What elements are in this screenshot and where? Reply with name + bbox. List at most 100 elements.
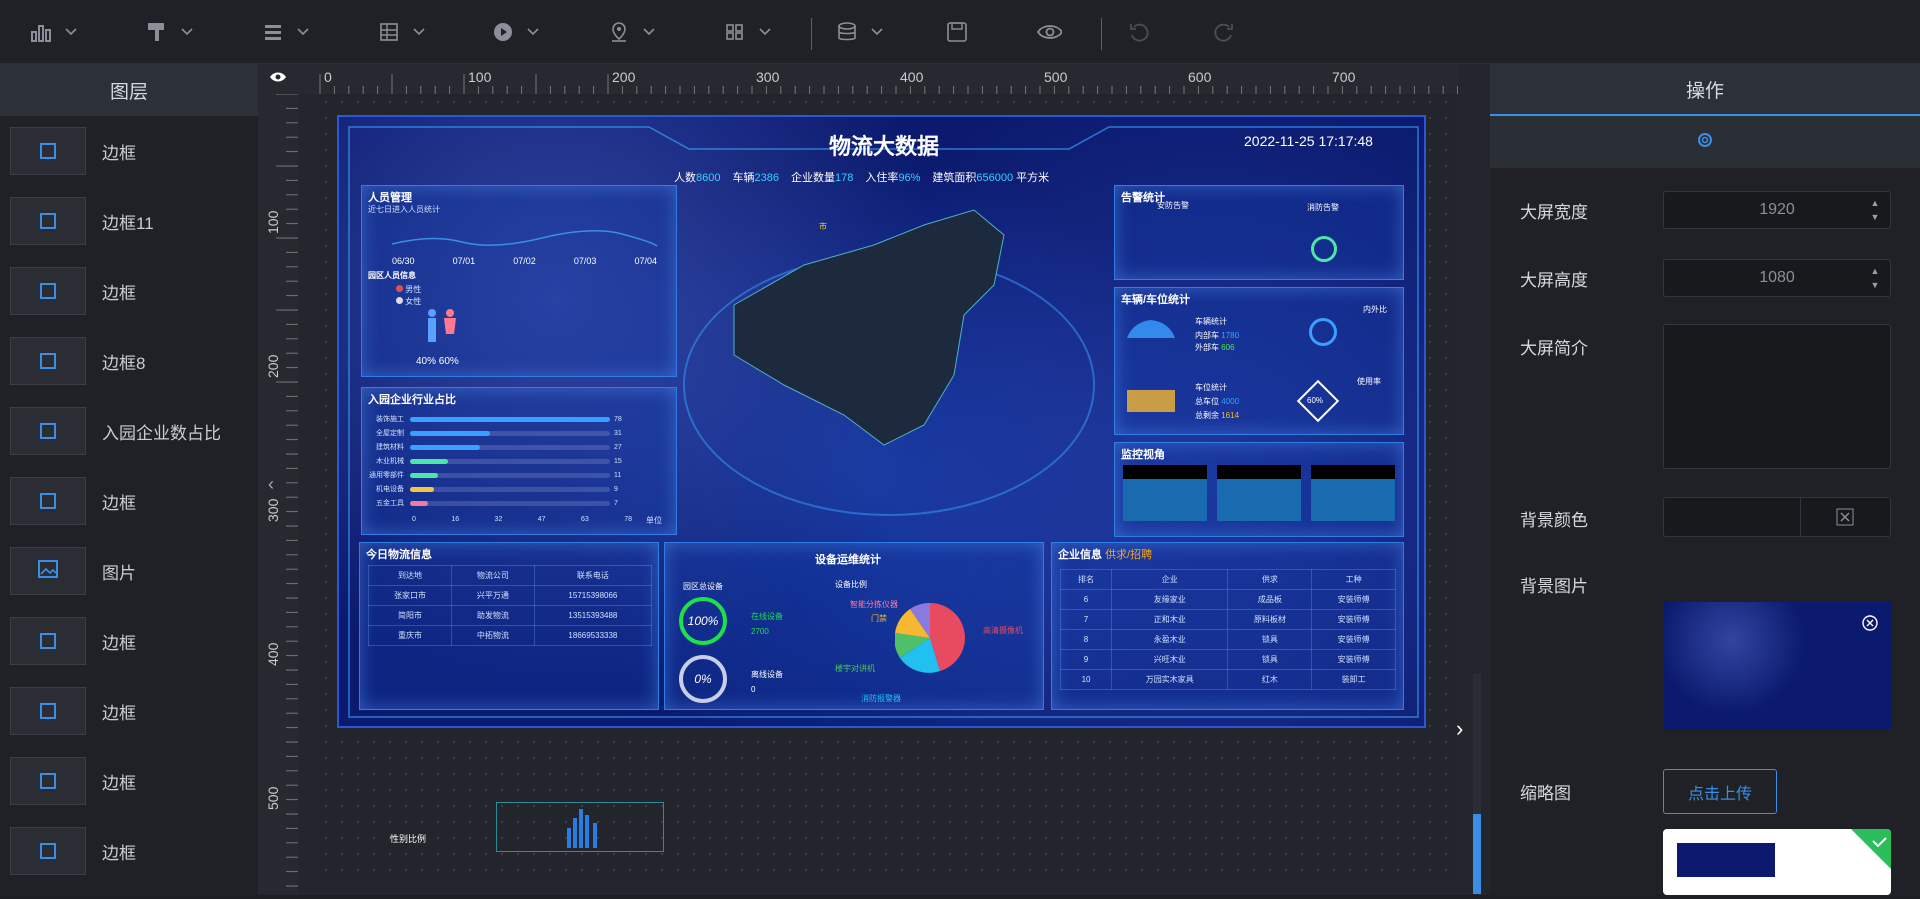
bg-color-label: 背景颜色 bbox=[1520, 511, 1588, 530]
remove-image-icon[interactable] bbox=[1861, 614, 1879, 637]
check-icon bbox=[1851, 829, 1891, 874]
industry-bar bbox=[410, 486, 434, 492]
industry-panel[interactable]: 入园企业行业占比 装饰施工 78 全屋定制 31 建筑材料 27 木业机械 15 通用零… bbox=[361, 387, 677, 535]
table-menu[interactable] bbox=[376, 18, 426, 46]
camera-feed-1[interactable] bbox=[1123, 465, 1207, 521]
logistics-panel[interactable]: 今日物流信息 到达地 物流公司 联系电话 张家口市 兴平万通 15715398066 简阳市… bbox=[359, 542, 659, 710]
layer-item[interactable]: 边框 bbox=[0, 126, 258, 176]
layer-item[interactable]: 边框 bbox=[0, 686, 258, 736]
list-menu[interactable] bbox=[260, 18, 310, 46]
alarms-panel[interactable]: 告警统计 安防告警 消防告警 bbox=[1114, 185, 1404, 280]
layer-thumb bbox=[10, 617, 86, 665]
parking-icon bbox=[1127, 390, 1175, 412]
staff-line-chart bbox=[392, 230, 658, 247]
table-header: 到达地 物流公司 联系电话 bbox=[368, 565, 653, 586]
industry-bar bbox=[410, 458, 448, 464]
layer-label: 边框 bbox=[102, 703, 136, 723]
layer-item[interactable]: 边框8 bbox=[0, 336, 258, 386]
remaining-spots: 总剩余 1614 bbox=[1195, 411, 1240, 420]
media-menu[interactable] bbox=[490, 18, 540, 46]
bg-image-preview[interactable] bbox=[1663, 602, 1891, 730]
legend-male: 男性 bbox=[396, 284, 421, 295]
bg-color-picker[interactable] bbox=[1663, 497, 1891, 537]
china-map[interactable]: 市 bbox=[664, 185, 1109, 535]
toolbar-divider bbox=[811, 18, 812, 50]
thumbnail-preview[interactable] bbox=[1663, 829, 1891, 895]
layer-item[interactable]: 边框 bbox=[0, 616, 258, 666]
screen-height-input[interactable]: 1080 ▲ ▼ bbox=[1663, 259, 1891, 297]
scrollbar-vertical[interactable] bbox=[1473, 674, 1481, 894]
dashboard-screen[interactable]: 物流大数据 2022-11-25 17:17:48 人数8600 车辆2386 企业… bbox=[337, 115, 1426, 728]
industry-bar-row: 木业机械 15 bbox=[376, 457, 622, 466]
total-spots: 总车位 4000 bbox=[1195, 397, 1240, 406]
industry-axis: 0 16 32 47 63 78 bbox=[412, 516, 632, 523]
person-figures-icon bbox=[428, 309, 456, 342]
ruler-toggle[interactable] bbox=[268, 70, 288, 88]
square-icon bbox=[40, 423, 56, 439]
date-tick: 06/30 bbox=[392, 256, 415, 266]
alarm-fire-gauge bbox=[1311, 236, 1337, 262]
layer-item[interactable]: 入园企业数占比 bbox=[0, 406, 258, 456]
chart-menu[interactable] bbox=[28, 18, 78, 46]
layers-panel: 图层 边框 边框11 边框 边框8 入园企业数占比 边框 图片 边框 边框 边框 边框 bbox=[0, 64, 258, 895]
industry-bar-row: 五金工具 7 bbox=[376, 499, 618, 508]
canvas-collapse-left[interactable]: ‹ bbox=[268, 474, 284, 498]
layer-item[interactable]: 图片 bbox=[0, 546, 258, 596]
layer-item[interactable]: 边框 bbox=[0, 826, 258, 876]
layer-thumb bbox=[10, 267, 86, 315]
layer-item[interactable]: 边框 bbox=[0, 476, 258, 526]
device-pie-chart bbox=[895, 603, 965, 673]
chevron-down-icon bbox=[296, 25, 310, 39]
ruler-top-tick: 500 bbox=[1044, 69, 1068, 85]
date-tick: 07/03 bbox=[573, 256, 597, 266]
save-button[interactable] bbox=[944, 18, 970, 46]
redo-button[interactable] bbox=[1211, 18, 1237, 46]
location-menu[interactable] bbox=[606, 18, 656, 46]
layer-thumb bbox=[10, 547, 86, 595]
industry-axis-tick: 32 bbox=[494, 516, 503, 523]
logistics-table: 到达地 物流公司 联系电话 张家口市 兴平万通 15715398066 简阳市 助发物流 135… bbox=[368, 565, 653, 646]
screen-width-label: 大屏宽度 bbox=[1520, 203, 1588, 222]
vehicles-panel[interactable]: 车辆/车位统计 车辆统计 内部车 1780 外部车 606 内外比 车位统计 总… bbox=[1114, 287, 1404, 435]
staff-panel[interactable]: 人员管理 近七日进入人员统计 06/30 07/01 07/02 07/03 07/04… bbox=[361, 185, 677, 377]
devices-panel[interactable]: 设备运维统计 园区总设备 设备比例 100% 0% 在线设备 2700 离线设备… bbox=[664, 542, 1044, 710]
grid-icon bbox=[722, 19, 748, 45]
preview-button[interactable] bbox=[1036, 18, 1062, 46]
bar-chart-widget[interactable] bbox=[496, 802, 664, 852]
layer-item[interactable]: 边框 bbox=[0, 266, 258, 316]
screen-width-input[interactable]: 1920 ▲ ▼ bbox=[1663, 191, 1891, 229]
industry-axis-tick: 16 bbox=[451, 516, 460, 523]
camera-feed-3[interactable] bbox=[1311, 465, 1395, 521]
undo-button[interactable] bbox=[1126, 18, 1152, 46]
enterprise-panel[interactable]: 企业信息 供求/招聘 排名 企业 供求 工种 6 友缘家业 成品板 安装师傅 7 正和木业 原料板材… bbox=[1051, 542, 1404, 710]
ratio-label: 内外比 bbox=[1363, 305, 1387, 314]
camera-feed-2[interactable] bbox=[1217, 465, 1301, 521]
table-row: 张家口市 兴平万通 15715398066 bbox=[368, 585, 653, 606]
monitor-panel[interactable]: 监控视角 bbox=[1114, 442, 1404, 537]
map-label: 市 bbox=[819, 222, 827, 231]
undo-icon bbox=[1126, 19, 1152, 45]
upload-button[interactable]: 点击上传 bbox=[1663, 769, 1777, 814]
layer-item[interactable]: 边框11 bbox=[0, 196, 258, 246]
dashboard-title: 物流大数据 bbox=[829, 134, 940, 159]
table-row: 简阳市 助发物流 13515393488 bbox=[368, 605, 653, 626]
database-icon bbox=[834, 19, 860, 45]
settings-tab[interactable] bbox=[1490, 116, 1920, 168]
clear-color-icon[interactable] bbox=[1836, 508, 1854, 531]
chevron-down-icon bbox=[412, 25, 426, 39]
gender-ratio: 40% 60% bbox=[416, 356, 459, 367]
grid-menu[interactable] bbox=[722, 18, 772, 46]
layer-item[interactable]: 边框 bbox=[0, 756, 258, 806]
ruler-top-tick: 600 bbox=[1188, 69, 1212, 85]
industry-unit: 单位 bbox=[646, 516, 662, 525]
screen-intro-textarea[interactable] bbox=[1663, 324, 1891, 469]
canvas-collapse-right[interactable]: › bbox=[1456, 716, 1472, 741]
database-menu[interactable] bbox=[834, 18, 884, 46]
brush-menu[interactable] bbox=[144, 18, 194, 46]
stepper-icon[interactable]: ▲ ▼ bbox=[1868, 264, 1882, 292]
chart-icon bbox=[28, 19, 54, 45]
vehicle-stats-title: 车辆统计 bbox=[1195, 317, 1227, 326]
stepper-icon[interactable]: ▲ ▼ bbox=[1868, 196, 1882, 224]
layer-thumb bbox=[10, 687, 86, 735]
alarm-fire-label: 消防告警 bbox=[1307, 203, 1339, 212]
